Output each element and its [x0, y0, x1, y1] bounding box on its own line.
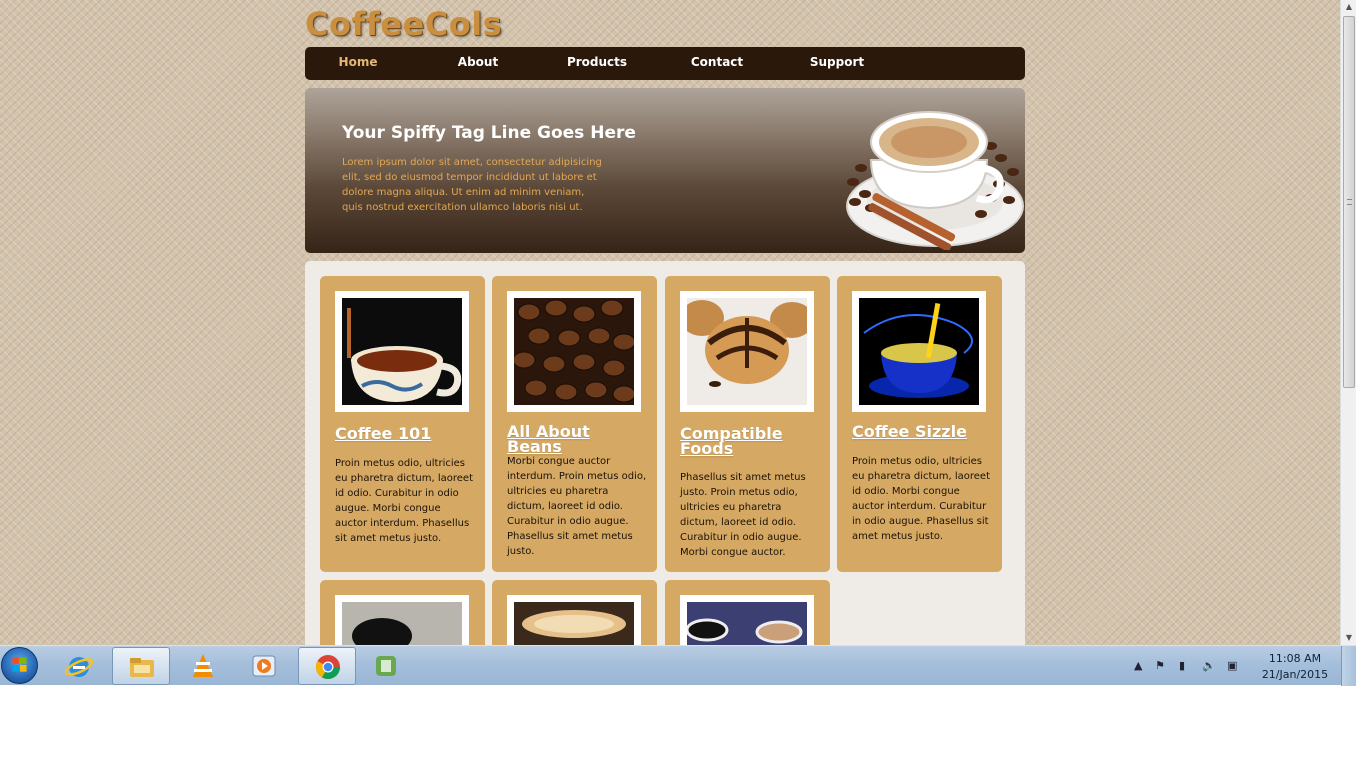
- nav-contact[interactable]: Contact: [667, 47, 767, 80]
- tea-cup-photo: [342, 298, 462, 405]
- nav-support[interactable]: Support: [787, 47, 887, 80]
- card-row2-2: [492, 580, 657, 645]
- file-explorer-icon[interactable]: [112, 647, 170, 685]
- power-plug-icon[interactable]: ▣: [1227, 659, 1237, 672]
- two-cups-photo: [687, 602, 807, 645]
- coffee-cup-image: [846, 111, 1024, 250]
- browser-viewport: CoffeeCols Home About Products Contact S…: [0, 0, 1340, 645]
- card-image-frame: [507, 291, 641, 412]
- scrollbar-thumb[interactable]: [1343, 16, 1355, 388]
- card-coffee-101: Coffee 101 Proin metus odio, ultricies e…: [320, 276, 485, 572]
- card-title[interactable]: Coffee 101: [335, 426, 475, 442]
- card-row2-3: [665, 580, 830, 645]
- content-area: Coffee 101 Proin metus odio, ultricies e…: [305, 261, 1025, 645]
- card-title[interactable]: Compatible Foods: [680, 426, 820, 457]
- card-text: Morbi congue auctor interdum. Proin metu…: [507, 456, 647, 557]
- windows-start-icon[interactable]: [1, 647, 38, 684]
- card-title[interactable]: Coffee Sizzle: [852, 424, 992, 440]
- card-compatible-foods: Compatible Foods Phasellus sit amet metu…: [665, 276, 830, 572]
- banner-tagline: Your Spiffy Tag Line Goes Here: [342, 123, 636, 143]
- latte-glass-photo: [514, 602, 634, 645]
- card-text: Proin metus odio, ultricies eu pharetra …: [335, 458, 473, 544]
- banner-text: Lorem ipsum dolor sit amet, consectetur …: [342, 157, 602, 213]
- scroll-down-arrow-icon[interactable]: ▼: [1341, 631, 1357, 645]
- chrome-icon[interactable]: [298, 647, 356, 685]
- nav-products[interactable]: Products: [547, 47, 647, 80]
- main-nav: Home About Products Contact Support: [305, 47, 1025, 80]
- muffin-photo: [687, 298, 807, 405]
- card-all-about-beans: All About Beans Morbi congue auctor inte…: [492, 276, 657, 572]
- card-coffee-sizzle: Coffee Sizzle Proin metus odio, ultricie…: [837, 276, 1002, 572]
- nav-about[interactable]: About: [428, 47, 528, 80]
- card-image-frame: [852, 291, 986, 412]
- scroll-up-arrow-icon[interactable]: ▲: [1341, 0, 1357, 14]
- site-logo[interactable]: CoffeeCols: [305, 5, 502, 43]
- coffee-beans-photo: [514, 298, 634, 405]
- card-image-frame: [335, 595, 469, 645]
- hero-banner: Your Spiffy Tag Line Goes Here Lorem ips…: [305, 88, 1025, 253]
- card-text: Phasellus sit amet metus justo. Proin me…: [680, 472, 806, 558]
- internet-explorer-icon[interactable]: [50, 647, 108, 685]
- vlc-icon[interactable]: [174, 647, 232, 685]
- coffee-maker-photo: [342, 602, 462, 645]
- windows-taskbar: ▲ ⚑ ▮ 🔈 ▣ 11:08 AM 21/Jan/2015: [0, 645, 1356, 686]
- volume-muted-icon[interactable]: 🔈: [1202, 659, 1216, 672]
- card-image-frame: [335, 291, 469, 412]
- card-image-frame: [680, 595, 814, 645]
- network-signal-icon[interactable]: ▮: [1179, 659, 1185, 672]
- windows-logo-icon: [12, 657, 27, 672]
- show-hidden-icons-icon[interactable]: ▲: [1134, 659, 1142, 672]
- card-image-frame: [507, 595, 641, 645]
- vertical-scrollbar[interactable]: ▲ ▼: [1340, 0, 1356, 645]
- blue-cup-photo: [859, 298, 979, 405]
- system-clock[interactable]: 11:08 AM 21/Jan/2015: [1255, 651, 1335, 683]
- card-row2-1: [320, 580, 485, 645]
- action-center-flag-icon[interactable]: ⚑: [1155, 659, 1165, 672]
- camtasia-icon[interactable]: [357, 647, 415, 685]
- card-title[interactable]: All About Beans: [507, 424, 647, 455]
- card-text: Proin metus odio, ultricies eu pharetra …: [852, 456, 990, 542]
- nav-home[interactable]: Home: [308, 47, 408, 80]
- clock-date: 21/Jan/2015: [1261, 668, 1329, 681]
- show-desktop-button[interactable]: [1341, 646, 1356, 686]
- card-image-frame: [680, 291, 814, 412]
- media-player-icon[interactable]: [235, 647, 293, 685]
- clock-time: 11:08 AM: [1268, 652, 1322, 665]
